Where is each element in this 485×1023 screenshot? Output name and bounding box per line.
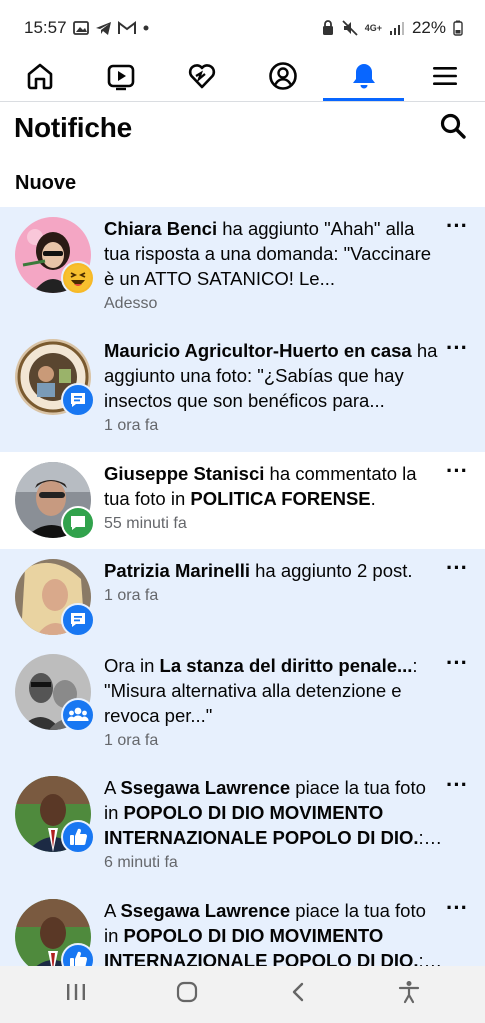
accessibility-icon [398,980,420,1009]
comment-icon [61,506,95,540]
more-options-button[interactable]: ··· [443,452,471,549]
tab-notifications[interactable] [323,56,404,101]
group-name: POPOLO DI DIO MOVIMENTO INTERNAZIONALE P… [104,925,419,969]
tab-profile[interactable] [242,56,323,101]
dating-heart-icon [187,61,217,96]
notification-text: Patrizia Marinelli ha aggiunto 2 post. [104,560,413,581]
telegram-icon [95,21,112,36]
bell-icon [349,61,379,96]
notification-item[interactable]: Chiara Benci ha aggiunto "Ahah" alla tua… [0,207,485,329]
lock-icon [321,20,335,36]
recent-apps-button[interactable] [46,975,106,1015]
notification-text: Giuseppe Stanisci ha commentato la tua f… [104,463,417,509]
timestamp: Adesso [104,295,158,312]
more-icon: ··· [446,895,468,920]
more-options-button[interactable]: ··· [443,549,471,644]
more-icon: ··· [446,650,468,675]
page-title: Notifiche [14,112,132,143]
search-button[interactable] [435,110,471,146]
accessibility-button[interactable] [379,975,439,1015]
status-time: 15:57 [24,18,67,37]
tab-menu[interactable] [404,56,485,101]
notification-item[interactable]: Patrizia Marinelli ha aggiunto 2 post. 1… [0,549,485,644]
tab-video[interactable] [81,56,162,101]
home-icon [25,61,55,96]
menu-icon [431,64,459,93]
profile-icon [268,61,298,96]
actor-name: Patrizia Marinelli [104,560,250,581]
group-name: POLITICA FORENSE [190,488,371,509]
more-icon: ··· [446,555,468,580]
notification-text: Chiara Benci ha aggiunto "Ahah" alla tua… [104,218,432,289]
signal-icon [389,20,405,36]
notification-text: Ora in La stanza del diritto penale...: … [104,655,418,726]
battery-percent: 22% [411,18,446,37]
more-options-button[interactable]: ··· [443,766,471,889]
notification-item[interactable]: Giuseppe Stanisci ha commentato la tua f… [0,452,485,549]
dot-icon [142,24,150,32]
tab-dating[interactable] [162,56,243,101]
status-bar: 15:57 4G+ 22% [0,0,485,56]
actor-name: Ssegawa Lawrence [120,900,291,921]
group-name: POPOLO DI DIO MOVIMENTO INTERNAZIONALE P… [104,802,419,848]
actor-name: Ssegawa Lawrence [120,777,291,798]
notification-list: Chiara Benci ha aggiunto "Ahah" alla tua… [0,207,485,969]
more-options-button[interactable]: ··· [443,329,471,452]
more-icon: ··· [446,458,468,483]
gmail-icon [117,21,136,35]
battery-icon [453,20,463,36]
notification-item[interactable]: Ora in La stanza del diritto penale...: … [0,644,485,766]
system-navigation-bar [0,966,485,1023]
page-header: Notifiche [0,102,485,154]
search-icon [439,112,467,145]
group-post-icon [61,383,95,417]
more-icon: ··· [446,772,468,797]
back-icon [290,981,306,1008]
more-options-button[interactable]: ··· [443,644,471,766]
notification-item[interactable]: A Ssegawa Lawrence piace la tua foto in … [0,766,485,889]
actor-name: Chiara Benci [104,218,218,239]
gallery-icon [72,21,89,35]
recent-apps-icon [65,982,87,1007]
actor-name: Giuseppe Stanisci [104,463,265,484]
home-button-icon [176,981,198,1008]
more-icon: ··· [446,335,468,360]
notification-item[interactable]: A Ssegawa Lawrence piace la tua foto in … [0,889,485,969]
timestamp: 1 ora fa [104,732,159,749]
timestamp: 6 minuti fa [104,854,178,871]
timestamp: 1 ora fa [104,417,159,434]
groups-icon [61,698,95,732]
more-options-button[interactable]: ··· [443,889,471,969]
video-icon [106,61,136,96]
network-type: 4G+ [364,22,382,33]
mute-icon [342,20,358,36]
notification-text: A Ssegawa Lawrence piace la tua foto in … [104,900,426,969]
notification-text: A Ssegawa Lawrence piace la tua foto in … [104,777,426,848]
like-icon [61,820,95,854]
more-options-button[interactable]: ··· [443,207,471,329]
group-name: La stanza del diritto penale... [159,655,413,676]
timestamp: 55 minuti fa [104,515,187,532]
group-post-icon [61,603,95,637]
notification-text: Mauricio Agricultor-Huerto en casa ha ag… [104,340,438,411]
top-navigation [0,56,485,102]
actor-name: Mauricio Agricultor-Huerto en casa [104,340,412,361]
more-icon: ··· [446,213,468,238]
haha-reaction-icon [61,261,95,295]
back-button[interactable] [268,975,328,1015]
notification-item[interactable]: Mauricio Agricultor-Huerto en casa ha ag… [0,329,485,452]
section-title-new: Nuove [15,172,77,194]
home-button[interactable] [157,975,217,1015]
tab-home[interactable] [0,56,81,101]
timestamp: 1 ora fa [104,587,159,604]
